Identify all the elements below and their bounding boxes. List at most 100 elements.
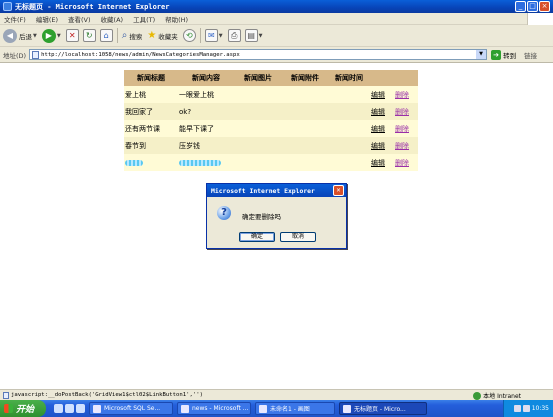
start-label: 开始 — [16, 405, 35, 415]
task-sql-server[interactable]: Microsoft SQL Se... — [89, 402, 173, 415]
links-label[interactable]: 链接 — [524, 50, 537, 60]
tray-volume-icon[interactable] — [522, 405, 530, 412]
edit-link[interactable]: 编辑 — [371, 108, 385, 116]
visual-studio-icon — [181, 404, 189, 413]
cell-image — [234, 86, 282, 103]
obscured-text-scribble — [179, 159, 221, 166]
quick-launch-ie-icon[interactable] — [54, 404, 63, 413]
dialog-close-button[interactable]: ✕ — [333, 185, 344, 196]
favorites-label: 收藏夹 — [158, 32, 178, 41]
taskbar: 开始 Microsoft SQL Se... news - Microsoft … — [0, 400, 553, 417]
forward-arrow-icon: ▶ — [41, 28, 56, 43]
paint-icon — [259, 404, 267, 413]
task-news-vs[interactable]: news - Microsoft ... — [177, 402, 251, 415]
refresh-icon[interactable]: ↻ — [82, 29, 96, 42]
back-button[interactable]: ◀ 后退 ▼ — [3, 28, 37, 43]
home-icon[interactable]: ⌂ — [99, 29, 113, 42]
cell-attachment — [282, 103, 328, 120]
cell-attachment — [282, 86, 328, 103]
page-icon — [32, 50, 40, 59]
menu-file[interactable]: 文件(F) — [4, 14, 26, 24]
task-label: 无标题页 - Micro... — [354, 406, 406, 413]
menu-edit[interactable]: 编辑(E) — [36, 14, 58, 24]
delete-link[interactable]: 删除 — [395, 91, 409, 99]
delete-link[interactable]: 删除 — [395, 125, 409, 133]
cancel-button[interactable]: 取消 — [280, 232, 316, 242]
edit-dropdown-icon[interactable]: ▼ — [259, 33, 263, 39]
search-icon: ⌕ — [121, 30, 128, 41]
tray-network-icon[interactable] — [513, 405, 521, 412]
grid-header-row: 新闻标题 新闻内容 新闻图片 新闻附件 新闻时间 — [124, 70, 418, 86]
search-button[interactable]: ⌕ 搜索 — [122, 30, 143, 41]
question-icon: ? — [217, 206, 231, 220]
window-controls: _ □ × — [515, 1, 550, 12]
cell-time — [328, 154, 370, 171]
menu-view[interactable]: 查看(V) — [68, 14, 91, 24]
cell-time — [328, 86, 370, 103]
status-bar: javascript:__doPostBack('GridView1$ctl02… — [0, 389, 553, 400]
address-input[interactable]: http://localhost:1058/news/admin/NewsCat… — [29, 49, 488, 60]
header-news-content: 新闻内容 — [178, 70, 234, 86]
back-dropdown-icon[interactable]: ▼ — [33, 33, 37, 39]
print-icon[interactable]: ⎙ — [227, 29, 241, 42]
cell-content — [178, 154, 234, 171]
minimize-button[interactable]: _ — [515, 1, 526, 12]
table-row: 编辑 删除 — [124, 154, 418, 171]
task-ie-active[interactable]: 无标题页 - Micro... — [339, 402, 427, 415]
menu-tools[interactable]: 工具(T) — [133, 14, 155, 24]
address-label: 地址(D) — [3, 51, 27, 60]
go-arrow-icon: ➔ — [491, 49, 502, 60]
cell-title — [124, 154, 178, 171]
edit-link[interactable]: 编辑 — [371, 125, 385, 133]
history-icon[interactable]: ⟲ — [182, 29, 196, 42]
delete-link[interactable]: 删除 — [395, 142, 409, 150]
toolbar-separator — [199, 28, 201, 43]
window-titlebar: 无标题页 - Microsoft Internet Explorer _ □ × — [0, 0, 553, 13]
close-button[interactable]: × — [539, 1, 550, 12]
task-label: 未命名1 - 画图 — [270, 406, 310, 413]
edit-link[interactable]: 编辑 — [371, 142, 385, 150]
edit-link[interactable]: 编辑 — [371, 159, 385, 167]
go-button[interactable]: ➔ 转到 — [491, 49, 517, 60]
quick-launch-media-icon[interactable] — [76, 404, 85, 413]
edit-link[interactable]: 编辑 — [371, 91, 385, 99]
cell-image — [234, 137, 282, 154]
ie-icon — [343, 404, 351, 413]
zone-label: 本地 Intranet — [483, 393, 521, 400]
cell-content: 一眼爱上桃 — [178, 86, 234, 103]
status-text: javascript:__doPostBack('GridView1$ctl02… — [11, 392, 203, 398]
address-url[interactable]: http://localhost:1058/news/admin/NewsCat… — [41, 52, 240, 58]
security-zone: 本地 Intranet — [473, 391, 521, 400]
clock: 10:35 — [531, 405, 549, 412]
task-paint[interactable]: 未命名1 - 画图 — [255, 402, 335, 415]
mail-dropdown-icon[interactable]: ▼ — [219, 33, 223, 39]
ok-button[interactable]: 确定 — [239, 232, 275, 242]
cell-title: 我回家了 — [124, 103, 178, 120]
start-button[interactable]: 开始 — [0, 400, 46, 417]
edit-page-icon: ▤ — [244, 29, 258, 42]
cell-title: 春节到 — [124, 137, 178, 154]
edit-page-button[interactable]: ▤ ▼ — [244, 29, 263, 42]
delete-link[interactable]: 删除 — [395, 108, 409, 116]
mail-button[interactable]: ✉ ▼ — [204, 29, 223, 42]
dialog-titlebar: Microsoft Internet Explorer ✕ — [207, 184, 346, 197]
maximize-button[interactable]: □ — [527, 1, 538, 12]
task-label: news - Microsoft ... — [192, 405, 249, 412]
menu-help[interactable]: 帮助(H) — [165, 14, 188, 24]
cell-image — [234, 154, 282, 171]
forward-dropdown-icon[interactable]: ▼ — [57, 33, 61, 39]
favorites-button[interactable]: ★ 收藏夹 — [147, 30, 177, 41]
quick-launch-desktop-icon[interactable] — [65, 404, 74, 413]
menu-favorites[interactable]: 收藏(A) — [101, 14, 124, 24]
stop-icon[interactable]: ✕ — [65, 29, 79, 42]
delete-link[interactable]: 删除 — [395, 159, 409, 167]
address-dropdown-icon[interactable]: ▼ — [476, 50, 487, 59]
cell-content: 能早下课了 — [178, 120, 234, 137]
cell-time — [328, 120, 370, 137]
dialog-title: Microsoft Internet Explorer — [211, 186, 315, 195]
cell-image — [234, 120, 282, 137]
forward-button[interactable]: ▶ ▼ — [41, 28, 61, 43]
windows-logo-icon — [527, 13, 553, 25]
go-label: 转到 — [503, 51, 517, 60]
cell-title: 爱上桃 — [124, 86, 178, 103]
